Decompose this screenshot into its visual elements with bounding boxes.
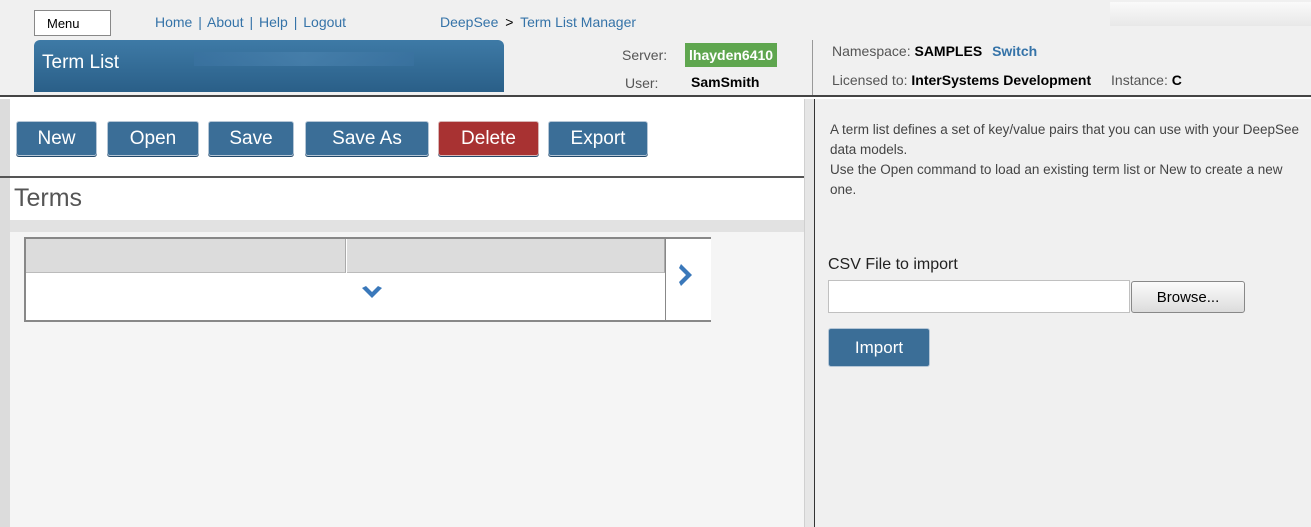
title-tab: Term List	[34, 40, 504, 92]
link-separator: |	[198, 14, 202, 30]
switch-link[interactable]: Switch	[992, 43, 1037, 59]
header-gradient	[1110, 2, 1311, 26]
import-button[interactable]: Import	[828, 328, 930, 367]
licensed-label: Licensed to:	[832, 72, 908, 88]
export-button[interactable]: Export	[548, 121, 648, 156]
grid-side-panel	[665, 239, 711, 320]
help-text: A term list defines a set of key/value p…	[830, 120, 1300, 200]
page-title: Term List	[42, 52, 120, 73]
license-row: Licensed to: InterSystems Development In…	[832, 72, 1182, 88]
licensed-value: InterSystems Development	[911, 72, 1092, 88]
terms-grid	[24, 237, 711, 322]
home-link[interactable]: Home	[155, 14, 192, 30]
menu-button[interactable]: Menu	[34, 10, 111, 36]
details-pane: A term list defines a set of key/value p…	[814, 99, 1311, 527]
link-separator: |	[249, 14, 254, 30]
left-margin	[0, 99, 10, 527]
grid-column-header-key[interactable]	[26, 239, 346, 273]
csv-file-input[interactable]	[828, 280, 1130, 313]
user-value: SamSmith	[691, 74, 760, 90]
scrollbar-track[interactable]	[804, 99, 814, 527]
save-as-button[interactable]: Save As	[305, 121, 429, 156]
csv-import-label: CSV File to import	[828, 256, 958, 273]
help-line-1: A term list defines a set of key/value p…	[830, 122, 1299, 157]
chevron-down-icon[interactable]	[361, 285, 383, 306]
top-links: Home | About | Help | Logout	[155, 14, 346, 30]
server-label: Server:	[622, 47, 668, 63]
breadcrumb-arrow: >	[505, 14, 514, 30]
terms-title: Terms	[14, 184, 83, 212]
user-label: User:	[625, 75, 659, 91]
grid-column-header-value[interactable]	[347, 239, 665, 273]
header-divider	[812, 40, 813, 95]
save-button[interactable]: Save	[208, 121, 294, 156]
breadcrumb: DeepSee > Term List Manager	[440, 14, 636, 30]
chevron-right-icon[interactable]	[678, 263, 694, 292]
title-decoration	[194, 52, 414, 66]
server-badge: lhayden6410	[685, 43, 778, 67]
help-link[interactable]: Help	[259, 14, 288, 30]
header: Menu Home | About | Help | Logout DeepSe…	[0, 0, 1311, 97]
toolbar-divider	[0, 176, 804, 178]
delete-button[interactable]: Delete	[438, 121, 539, 156]
toolbar: New Open Save Save As Delete Export	[10, 99, 804, 175]
new-button[interactable]: New	[16, 121, 97, 156]
about-link[interactable]: About	[207, 14, 244, 30]
link-separator: |	[293, 14, 298, 30]
breadcrumb-current[interactable]: Term List Manager	[520, 14, 636, 30]
namespace-value: SAMPLES	[914, 43, 983, 59]
namespace-row: Namespace: SAMPLES Switch	[832, 43, 1037, 59]
logout-link[interactable]: Logout	[303, 14, 346, 30]
instance-value: C	[1171, 72, 1182, 88]
browse-button[interactable]: Browse...	[1131, 281, 1245, 313]
open-button[interactable]: Open	[107, 121, 199, 156]
help-line-2: Use the Open command to load an existing…	[830, 162, 1283, 197]
namespace-label: Namespace:	[832, 43, 911, 59]
instance-label: Instance:	[1111, 72, 1168, 88]
breadcrumb-deepsee[interactable]: DeepSee	[440, 14, 498, 30]
